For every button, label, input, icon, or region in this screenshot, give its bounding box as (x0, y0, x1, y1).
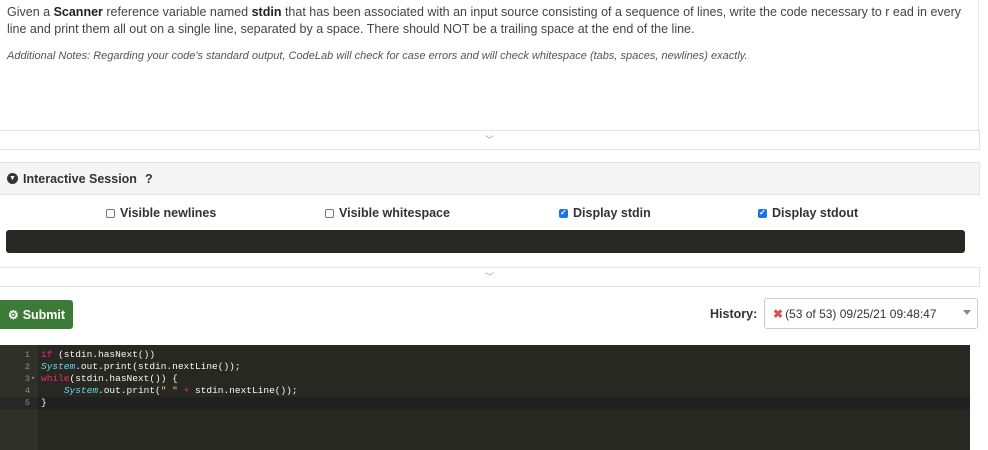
caret-down-icon (963, 310, 971, 315)
code-line[interactable]: if (stdin.hasNext()) (41, 349, 155, 361)
line-number: 4 (24, 386, 30, 396)
session-title: Interactive Session (23, 171, 137, 186)
gear-icon: ⚙ (7, 307, 19, 322)
active-line-highlight (38, 397, 970, 409)
collapse-toggle-top[interactable]: ﹀ (0, 130, 980, 150)
code-token: .out.print( (98, 385, 161, 396)
visible-newlines-checkbox[interactable] (106, 208, 115, 218)
line-number: 1 (24, 350, 30, 360)
code-line[interactable]: while(stdin.hasNext()) { (41, 373, 178, 385)
collapse-toggle-bottom[interactable]: ﹀ (0, 267, 980, 287)
submit-button[interactable]: ⚙ Submit (0, 300, 73, 329)
help-link[interactable]: ? (145, 172, 153, 186)
code-token: + (177, 385, 195, 396)
double-chevron-down-icon: ﹀ (484, 134, 494, 145)
chevron-circle-down-icon: ▼ (7, 173, 18, 184)
interactive-session-header[interactable]: ▼ Interactive Session ? (0, 162, 980, 195)
code-token: " " (160, 385, 178, 396)
session-console[interactable] (6, 230, 965, 253)
code-editor[interactable]: 1 2 3 4 5 ▾ if (stdin.hasNext()) System.… (0, 345, 970, 450)
display-stdin-checkbox[interactable]: ✓ (559, 208, 568, 218)
code-token: System (41, 361, 76, 372)
code-line[interactable]: } (41, 397, 47, 409)
panel-border (978, 0, 979, 131)
prompt-text: Given a (7, 5, 54, 19)
double-chevron-down-icon: ﹀ (484, 271, 494, 282)
code-token: if (41, 349, 53, 360)
history-select[interactable]: ✖ (53 of 53) 09/25/21 09:48:47 (764, 298, 978, 329)
code-line[interactable]: System.out.print(stdin.nextLine()); (41, 361, 241, 373)
option-label: Visible whitespace (339, 206, 450, 220)
prompt-text: reference variable named (102, 5, 252, 19)
prompt-bold-stdin: stdin (251, 5, 282, 19)
code-token: stdin.nextLine()); (194, 385, 298, 396)
prompt-bold-scanner: Scanner (53, 5, 103, 19)
code-token: .out.print(stdin.nextLine()); (75, 361, 241, 372)
code-line[interactable]: System.out.print(" " + stdin.nextLine())… (41, 385, 298, 397)
option-label: Display stdin (573, 206, 651, 220)
display-stdout-checkbox[interactable]: ✓ (758, 208, 767, 218)
code-token: while (41, 373, 70, 384)
visible-whitespace-checkbox[interactable] (325, 208, 334, 218)
display-stdout-option[interactable]: ✓ Display stdout (758, 206, 858, 220)
submit-label: Submit (22, 307, 66, 322)
code-token: } (41, 397, 47, 408)
option-label: Display stdout (772, 206, 859, 220)
code-token: (stdin.hasNext()) { (69, 373, 178, 384)
visible-whitespace-option[interactable]: Visible whitespace (325, 206, 450, 220)
history-selected-value: (53 of 53) 09/25/21 09:48:47 (785, 306, 937, 321)
additional-notes: Additional Notes: Regarding your code's … (7, 50, 748, 62)
x-error-icon: ✖ (773, 306, 784, 321)
code-token: (stdin.hasNext()) (52, 349, 156, 360)
line-number: 2 (24, 362, 30, 372)
history-label: History: (710, 307, 758, 321)
option-label: Visible newlines (120, 206, 217, 220)
display-stdin-option[interactable]: ✓ Display stdin (559, 206, 651, 220)
problem-statement: Given a Scanner reference variable named… (7, 4, 969, 38)
line-number: 3 (24, 374, 30, 384)
fold-arrow-icon[interactable]: ▾ (31, 373, 35, 385)
code-token: System (63, 385, 99, 396)
line-number: 5 (24, 398, 30, 408)
visible-newlines-option[interactable]: Visible newlines (106, 206, 216, 220)
